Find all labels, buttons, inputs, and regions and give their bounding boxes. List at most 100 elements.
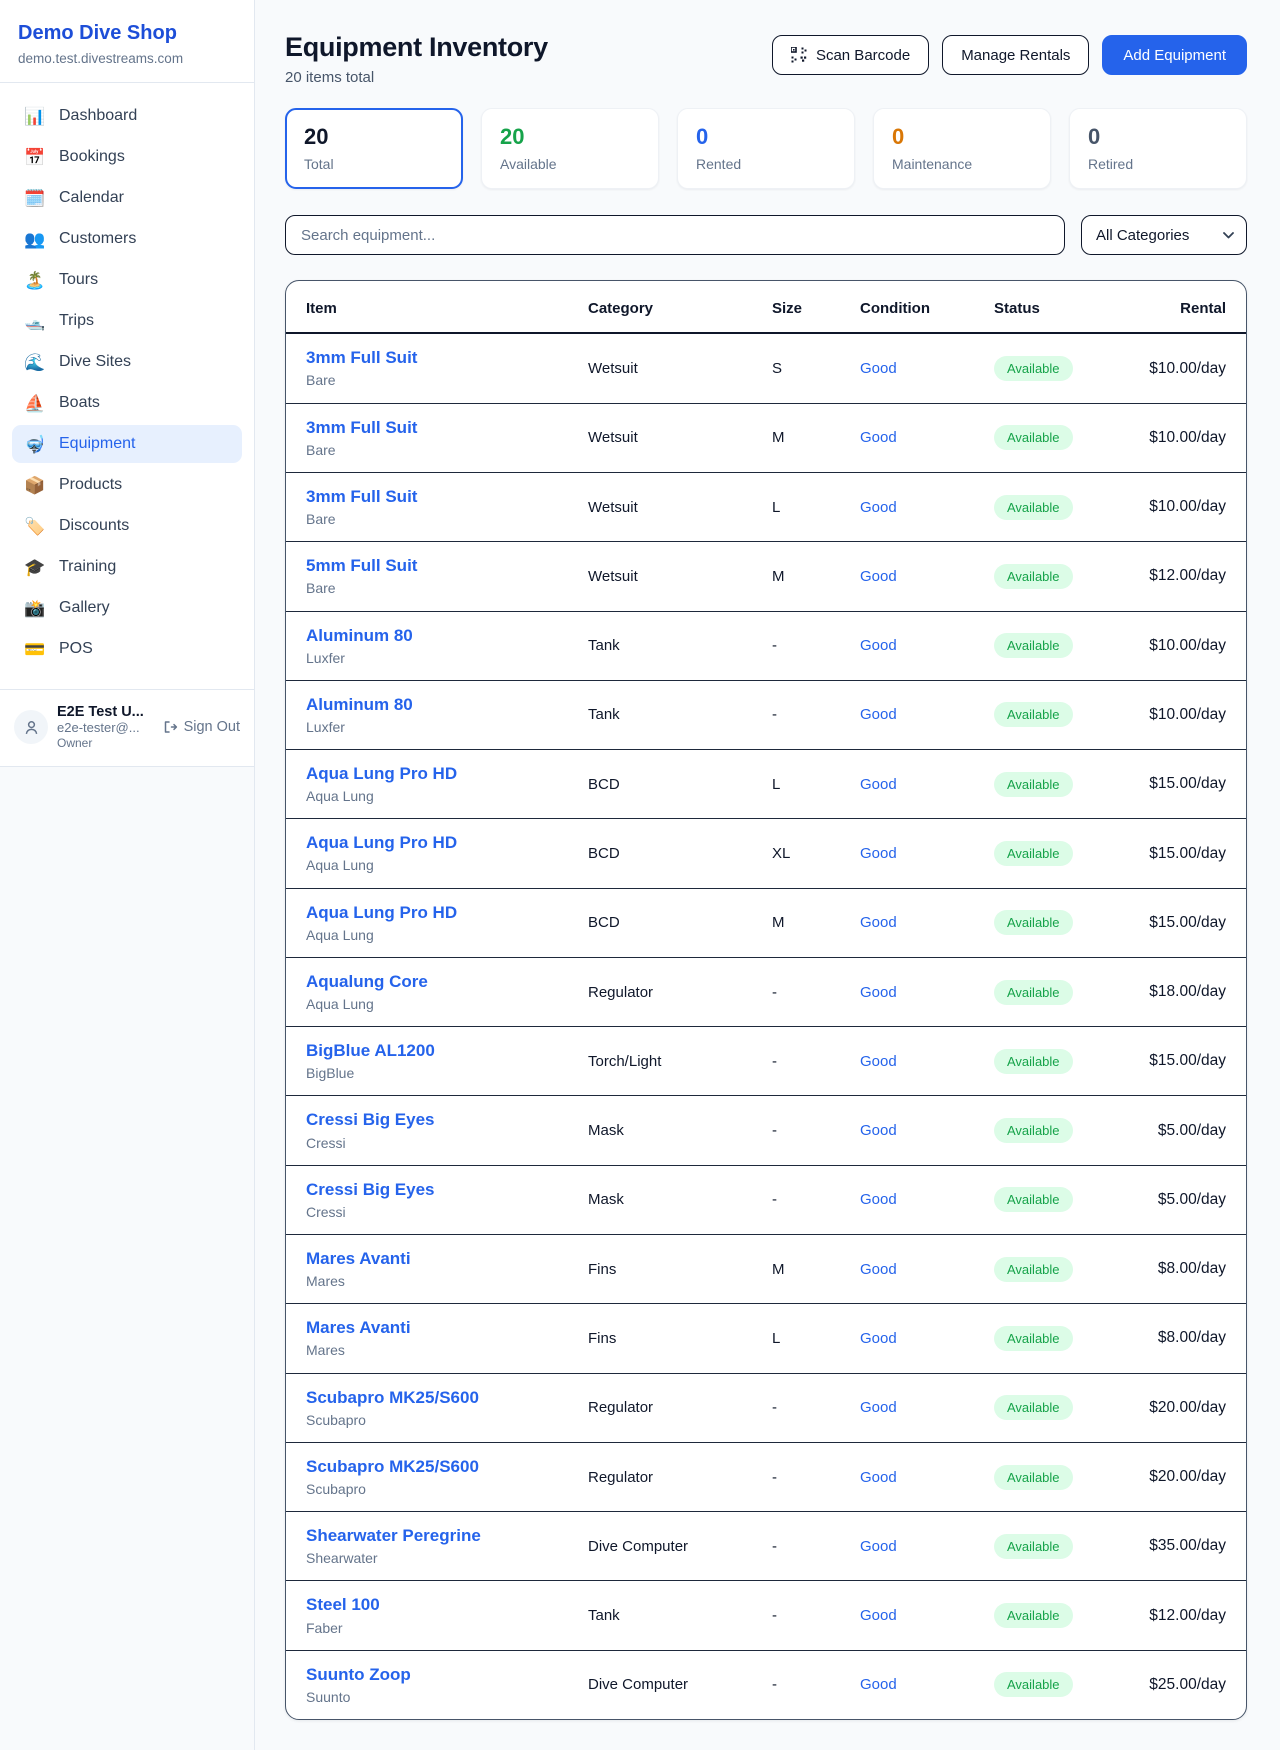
sidebar-item-label: Trips xyxy=(59,312,94,330)
status-badge: Available xyxy=(994,1465,1073,1490)
brand-name[interactable]: Demo Dive Shop xyxy=(18,22,236,45)
condition-link[interactable]: Good xyxy=(860,1191,990,1208)
condition-link[interactable]: Good xyxy=(860,637,990,654)
item-link[interactable]: Aqua Lung Pro HD xyxy=(306,903,457,922)
item-link[interactable]: Aqualung Core xyxy=(306,972,428,991)
sidebar-item-dive-sites[interactable]: 🌊Dive Sites xyxy=(12,343,242,381)
condition-link[interactable]: Good xyxy=(860,1053,990,1070)
table-row-grid: Aluminum 80LuxferTank-GoodAvailable$10.0… xyxy=(286,612,1246,680)
sidebar-item-boats[interactable]: ⛵Boats xyxy=(12,384,242,422)
condition-link[interactable]: Good xyxy=(860,1469,990,1486)
sidebar-item-training[interactable]: 🎓Training xyxy=(12,548,242,586)
item-link[interactable]: Suunto Zoop xyxy=(306,1665,411,1684)
search-input[interactable] xyxy=(285,215,1065,255)
stat-value: 0 xyxy=(892,124,1032,150)
table-row-grid: Scubapro MK25/S600ScubaproRegulator-Good… xyxy=(286,1443,1246,1511)
sidebar-item-equipment[interactable]: 🤿Equipment xyxy=(12,425,242,463)
add-equipment-button[interactable]: Add Equipment xyxy=(1102,35,1247,75)
item-cell: Aluminum 80Luxfer xyxy=(306,625,584,667)
stat-card-maintenance[interactable]: 0Maintenance xyxy=(873,108,1051,189)
user-avatar-icon xyxy=(23,719,40,736)
sidebar-item-label: Calendar xyxy=(59,189,124,207)
item-link[interactable]: 3mm Full Suit xyxy=(306,418,417,437)
sidebar-item-gallery[interactable]: 📸Gallery xyxy=(12,589,242,627)
sidebar-item-discounts[interactable]: 🏷️Discounts xyxy=(12,507,242,545)
category-cell: BCD xyxy=(588,914,768,931)
column-header-category: Category xyxy=(588,300,768,317)
status-cell: Available xyxy=(994,1049,1140,1074)
item-cell: Mares AvantiMares xyxy=(306,1317,584,1359)
item-link[interactable]: Shearwater Peregrine xyxy=(306,1526,481,1545)
item-link[interactable]: BigBlue AL1200 xyxy=(306,1041,435,1060)
status-cell: Available xyxy=(994,702,1140,727)
stat-card-total[interactable]: 20Total xyxy=(285,108,463,189)
sign-out-button[interactable]: Sign Out xyxy=(162,719,240,735)
item-link[interactable]: Aqua Lung Pro HD xyxy=(306,764,457,783)
sidebar-item-customers[interactable]: 👥Customers xyxy=(12,220,242,258)
sidebar-item-label: POS xyxy=(59,640,93,658)
item-link[interactable]: Cressi Big Eyes xyxy=(306,1110,435,1129)
condition-link[interactable]: Good xyxy=(860,429,990,446)
item-link[interactable]: Aqua Lung Pro HD xyxy=(306,833,457,852)
item-link[interactable]: Scubapro MK25/S600 xyxy=(306,1457,479,1476)
condition-link[interactable]: Good xyxy=(860,1261,990,1278)
condition-link[interactable]: Good xyxy=(860,360,990,377)
stat-value: 0 xyxy=(696,124,836,150)
condition-link[interactable]: Good xyxy=(860,845,990,862)
condition-link[interactable]: Good xyxy=(860,1330,990,1347)
condition-link[interactable]: Good xyxy=(860,1676,990,1693)
sidebar-item-dashboard[interactable]: 📊Dashboard xyxy=(12,97,242,135)
sidebar-item-tours[interactable]: 🏝️Tours xyxy=(12,261,242,299)
item-link[interactable]: 3mm Full Suit xyxy=(306,348,417,367)
condition-link[interactable]: Good xyxy=(860,1607,990,1624)
scan-barcode-button[interactable]: Scan Barcode xyxy=(772,35,929,75)
condition-link[interactable]: Good xyxy=(860,1399,990,1416)
stat-card-available[interactable]: 20Available xyxy=(481,108,659,189)
item-link[interactable]: Aluminum 80 xyxy=(306,626,413,645)
category-select[interactable]: All Categories xyxy=(1081,215,1247,255)
item-link[interactable]: Mares Avanti xyxy=(306,1318,411,1337)
item-cell: 3mm Full SuitBare xyxy=(306,417,584,459)
size-cell: M xyxy=(772,568,856,585)
status-cell: Available xyxy=(994,495,1140,520)
stat-card-retired[interactable]: 0Retired xyxy=(1069,108,1247,189)
condition-link[interactable]: Good xyxy=(860,1538,990,1555)
sign-out-icon xyxy=(162,719,178,735)
item-brand: BigBlue xyxy=(306,1064,584,1082)
sidebar-item-products[interactable]: 📦Products xyxy=(12,466,242,504)
item-link[interactable]: 3mm Full Suit xyxy=(306,487,417,506)
manage-rentals-button[interactable]: Manage Rentals xyxy=(942,35,1089,75)
category-cell: Wetsuit xyxy=(588,568,768,585)
user-role: Owner xyxy=(57,736,144,750)
item-link[interactable]: Cressi Big Eyes xyxy=(306,1180,435,1199)
item-link[interactable]: Steel 100 xyxy=(306,1595,380,1614)
sidebar-item-pos[interactable]: 💳POS xyxy=(12,630,242,668)
item-brand: Cressi xyxy=(306,1203,584,1221)
status-cell: Available xyxy=(994,356,1140,381)
main-content: Equipment Inventory 20 items total xyxy=(255,0,1280,1750)
category-cell: Mask xyxy=(588,1122,768,1139)
condition-link[interactable]: Good xyxy=(860,1122,990,1139)
size-cell: - xyxy=(772,1122,856,1139)
item-link[interactable]: Aluminum 80 xyxy=(306,695,413,714)
sidebar-item-bookings[interactable]: 📅Bookings xyxy=(12,138,242,176)
sidebar-item-label: Dashboard xyxy=(59,107,137,125)
brand-block: Demo Dive Shop demo.test.divestreams.com xyxy=(0,0,254,83)
condition-link[interactable]: Good xyxy=(860,984,990,1001)
stat-card-rented[interactable]: 0Rented xyxy=(677,108,855,189)
sidebar-item-calendar[interactable]: 🗓️Calendar xyxy=(12,179,242,217)
item-link[interactable]: Scubapro MK25/S600 xyxy=(306,1388,479,1407)
sidebar-item-trips[interactable]: 🛥️Trips xyxy=(12,302,242,340)
condition-link[interactable]: Good xyxy=(860,568,990,585)
condition-link[interactable]: Good xyxy=(860,776,990,793)
table-row: Cressi Big EyesCressiMask-GoodAvailable$… xyxy=(286,1166,1246,1235)
avatar xyxy=(14,710,48,744)
condition-link[interactable]: Good xyxy=(860,706,990,723)
stat-value: 0 xyxy=(1088,124,1228,150)
condition-link[interactable]: Good xyxy=(860,914,990,931)
item-link[interactable]: Mares Avanti xyxy=(306,1249,411,1268)
item-link[interactable]: 5mm Full Suit xyxy=(306,556,417,575)
table-row-grid: 3mm Full SuitBareWetsuitSGoodAvailable$1… xyxy=(286,334,1246,402)
condition-link[interactable]: Good xyxy=(860,499,990,516)
category-cell: Torch/Light xyxy=(588,1053,768,1070)
